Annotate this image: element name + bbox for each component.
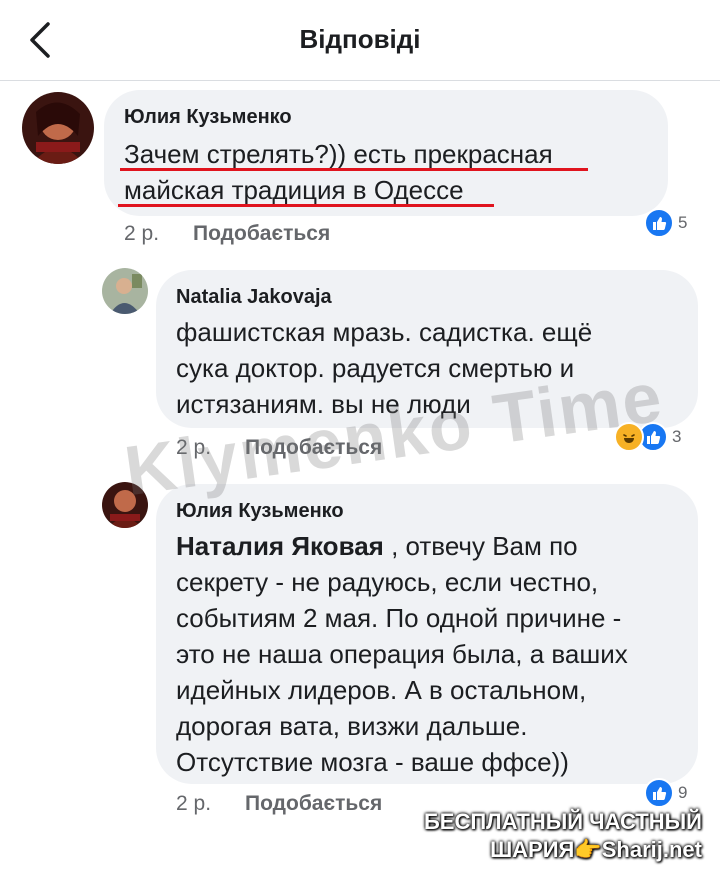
comment-meta: 2 р. Подобається — [176, 792, 382, 816]
comment-text-line: секрету - не радуюсь, если честно, — [176, 567, 599, 597]
reaction-summary[interactable]: 9 — [644, 776, 687, 810]
highlight-underline — [120, 168, 588, 171]
mention-link[interactable]: Наталия Яковая — [176, 531, 384, 561]
page-title: Відповіді — [299, 24, 421, 54]
comment-author[interactable]: Юлия Кузьменко — [176, 500, 344, 523]
comment-text-line: Наталия Яковая , отвечу Вам по — [176, 528, 578, 564]
highlight-underline — [118, 204, 494, 207]
comment-text-fragment: , отвечу Вам по — [383, 531, 578, 561]
reaction-summary[interactable]: 5 — [644, 206, 687, 240]
stamp-line: БЕСПЛАТНЫЙ ЧАСТНЫЙ — [423, 809, 702, 834]
reaction-count: 3 — [672, 427, 682, 446]
like-reaction-icon — [644, 778, 674, 808]
comment-author[interactable]: Natalia Jakovaja — [176, 286, 332, 309]
like-reaction-icon — [644, 208, 674, 238]
comment-text-line: событиям 2 мая. По одной причине - — [176, 603, 622, 633]
comment-author[interactable]: Юлия Кузьменко — [124, 106, 292, 129]
comment-time[interactable]: 2 р. — [176, 792, 211, 815]
avatar[interactable] — [102, 268, 148, 314]
haha-reaction-icon — [614, 422, 644, 452]
avatar[interactable] — [22, 92, 94, 164]
like-button[interactable]: Подобається — [245, 792, 382, 815]
comment-text-line: идейных лидеров. А в остальном, — [176, 675, 587, 705]
comment-text-line: Зачем стрелять?)) есть прекрасная — [124, 139, 553, 169]
comment-text-line: это не наша операция была, а ваших — [176, 639, 628, 669]
reaction-count: 5 — [678, 213, 688, 232]
comment-text-line: дорогая вата, визжи дальше. — [176, 711, 528, 741]
like-button[interactable]: Подобається — [193, 222, 330, 245]
stamp-line: ШАРИЯ👉Sharij.net — [490, 837, 702, 862]
comment-text-line: фашистская мразь. садистка. ещё — [176, 317, 593, 347]
reaction-count: 9 — [678, 783, 688, 802]
comment-text-line: майская традиция в Одессе — [124, 175, 464, 205]
comment-time[interactable]: 2 р. — [124, 222, 159, 245]
comment-meta: 2 р. Подобається — [124, 222, 330, 246]
top-bar: Відповіді — [0, 0, 720, 81]
source-stamp: БЕСПЛАТНЫЙ ЧАСТНЫЙ ШАРИЯ👉Sharij.net — [424, 808, 702, 864]
comment-text-line: Отсутствие мозга - ваше ффсе)) — [176, 747, 569, 777]
